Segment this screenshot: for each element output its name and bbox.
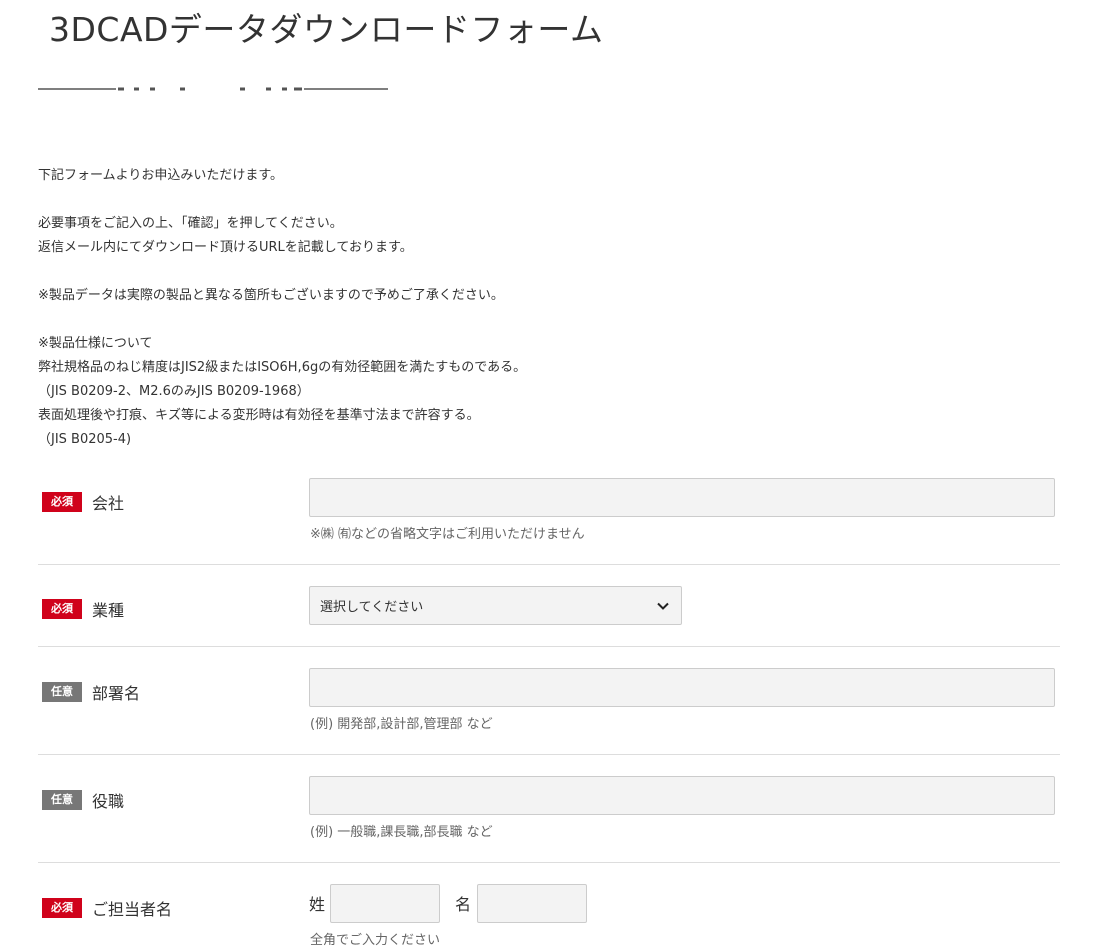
- form-row-position: 任意 役職 (例) 一般職,課長職,部長職 など: [38, 755, 1060, 863]
- position-label-group: 任意 役職: [42, 788, 124, 812]
- optional-badge: 任意: [42, 790, 82, 810]
- optional-badge: 任意: [42, 682, 82, 702]
- first-name-label: 名: [455, 895, 472, 914]
- required-badge: 必須: [42, 898, 82, 918]
- intro-line: （JIS B0205-4): [38, 432, 132, 447]
- position-label: 役職: [92, 792, 125, 811]
- title-divider: [38, 87, 388, 91]
- last-name-label: 姓: [309, 895, 326, 914]
- industry-label-group: 必須 業種: [42, 597, 124, 621]
- company-label-group: 必須 会社: [42, 490, 124, 514]
- intro-text: 下記フォームよりお申込みいただけます。 必要事項をご記入の上、「確認」を押してく…: [38, 164, 526, 452]
- industry-label: 業種: [92, 601, 125, 620]
- chevron-down-icon: [657, 602, 669, 610]
- intro-line: 下記フォームよりお申込みいただけます。: [38, 168, 284, 183]
- intro-line: 表面処理後や打痕、キズ等による変形時は有効径を基準寸法まで許容する。: [38, 408, 480, 423]
- intro-line: ※製品仕様について: [38, 336, 153, 351]
- last-name-input[interactable]: [330, 884, 440, 923]
- contact-name-label: ご担当者名: [92, 900, 173, 919]
- form-row-department: 任意 部署名 (例) 開発部,設計部,管理部 など: [38, 647, 1060, 755]
- form-row-industry: 必須 業種 選択してください: [38, 565, 1060, 647]
- intro-line: ※製品データは実際の製品と異なる箇所もございますので予めご了承ください。: [38, 288, 504, 303]
- intro-line: 返信メール内にてダウンロード頂けるURLを記載しております。: [38, 240, 413, 255]
- contact-name-hint: 全角でご入力ください: [310, 933, 441, 947]
- required-badge: 必須: [42, 492, 82, 512]
- form-row-company: 必須 会社 ※㈱ ㈲などの省略文字はご利用いただけません: [38, 466, 1060, 565]
- page-title: 3DCADデータダウンロードフォーム: [49, 10, 604, 49]
- contact-name-label-group: 必須 ご担当者名: [42, 896, 172, 920]
- department-label-group: 任意 部署名: [42, 680, 140, 704]
- department-input[interactable]: [309, 668, 1055, 707]
- industry-select-value: 選択してください: [320, 600, 424, 615]
- intro-line: 必要事項をご記入の上、「確認」を押してください。: [38, 216, 343, 231]
- position-hint: (例) 一般職,課長職,部長職 など: [310, 825, 493, 840]
- intro-line: （JIS B0209-2、M2.6のみJIS B0209-1968）: [38, 384, 310, 399]
- company-input[interactable]: [309, 478, 1055, 517]
- form-row-contact-name: 必須 ご担当者名 姓 名 全角でご入力ください: [38, 863, 1060, 947]
- department-hint: (例) 開発部,設計部,管理部 など: [310, 717, 493, 732]
- position-input[interactable]: [309, 776, 1055, 815]
- company-hint: ※㈱ ㈲などの省略文字はご利用いただけません: [310, 527, 585, 542]
- company-label: 会社: [92, 494, 125, 513]
- department-label: 部署名: [92, 684, 141, 703]
- industry-select[interactable]: 選択してください: [309, 586, 682, 625]
- first-name-input[interactable]: [477, 884, 587, 923]
- intro-line: 弊社規格品のねじ精度はJIS2級またはISO6H,6gの有効径範囲を満たすもので…: [38, 360, 527, 375]
- required-badge: 必須: [42, 599, 82, 619]
